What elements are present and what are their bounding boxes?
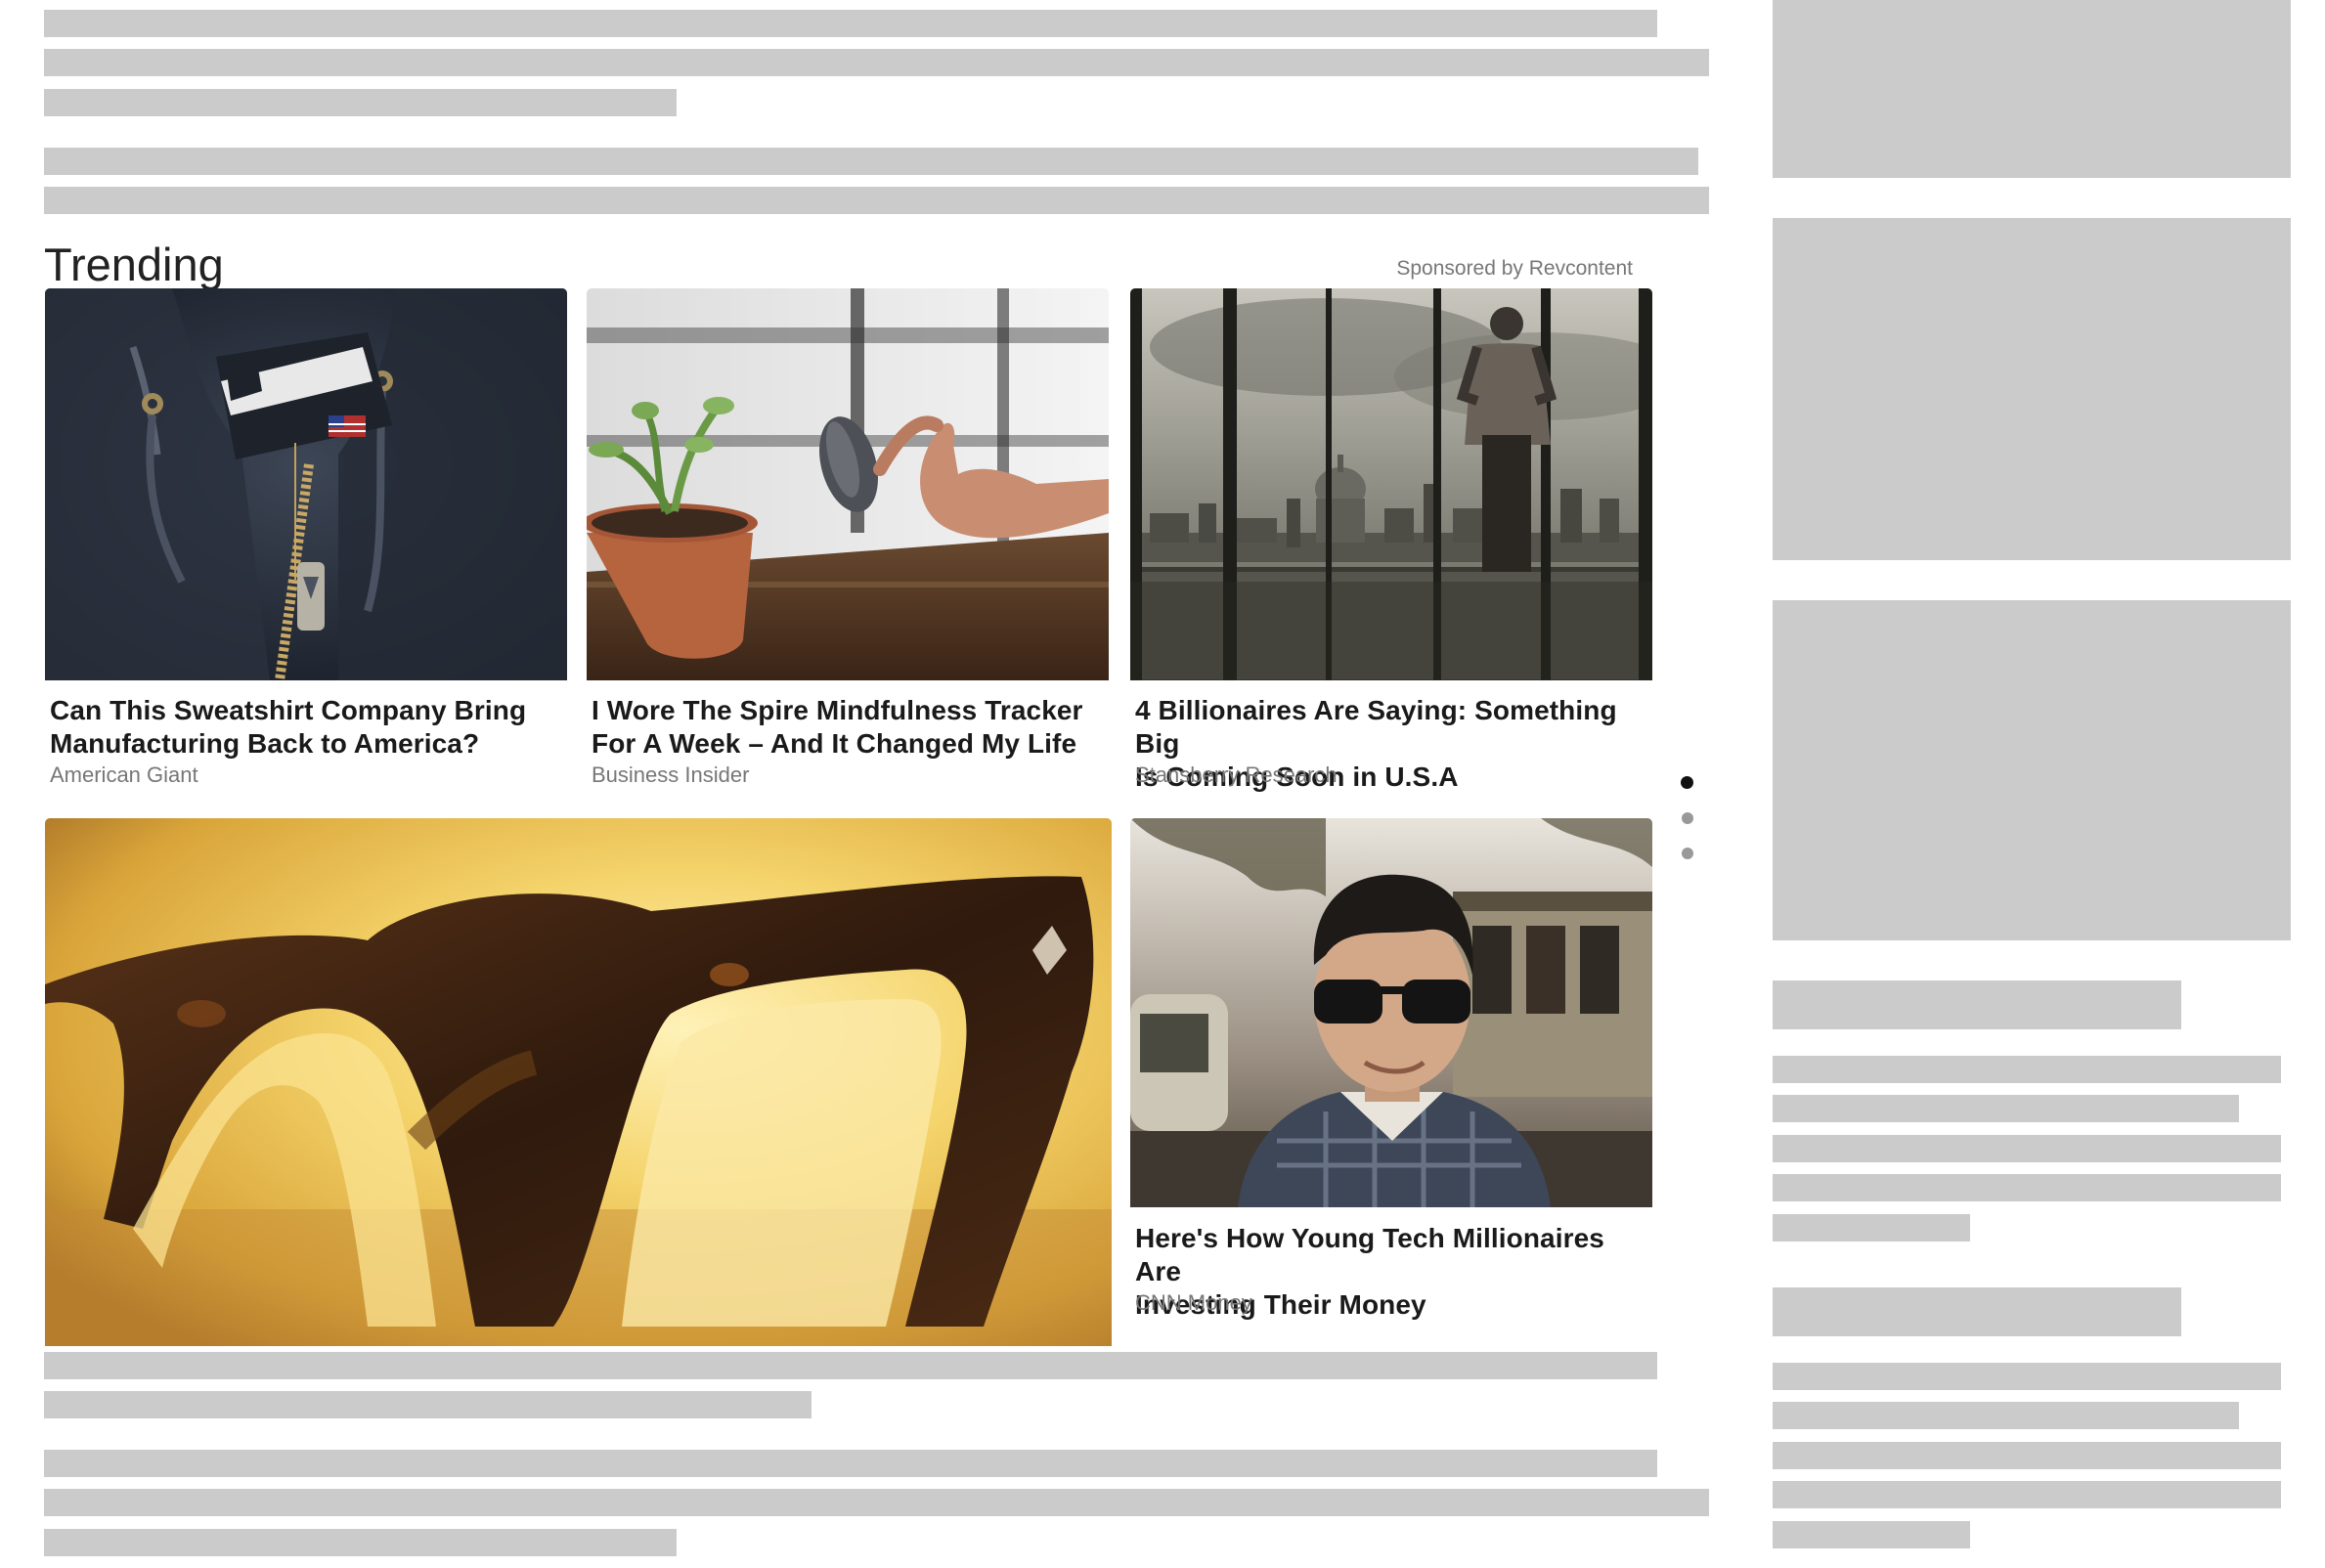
headline-line[interactable]: Here's How Young Tech Millionaires Are [1135,1223,1604,1286]
card-source: CNN Money [1135,1290,1252,1315]
text-placeholder-line [44,148,1698,175]
text-placeholder-line [44,1529,677,1556]
sidebar-text-placeholder [1773,1056,2281,1083]
content-card-tech-millionaires[interactable]: Here's How Young Tech Millionaires Are I… [1130,818,1652,1327]
city-skyline-photo[interactable] [1130,288,1652,680]
sidebar-text-placeholder [1773,1214,1970,1241]
text-placeholder-line [44,1489,1709,1516]
sidebar-ad-placeholder [1773,600,2291,940]
content-card-billionaires[interactable]: 4 Billionaires Are Saying: Something Big… [1130,288,1652,797]
content-card-glasses[interactable] [45,818,1112,1346]
pagination-dot-3[interactable] [1682,848,1693,859]
glasses-photo[interactable] [45,818,1112,1346]
content-card-tracker[interactable]: I Wore The Spire Mindfulness Tracker For… [587,288,1109,797]
sidebar-text-placeholder [1773,1402,2239,1429]
sidebar-text-placeholder [1773,1442,2281,1469]
trending-widget: Trending Sponsored by Revcontent Can Thi… [44,235,1693,1346]
card-source: Business Insider [592,762,750,787]
card-source: American Giant [50,762,198,787]
sidebar-text-placeholder [1773,1481,2281,1508]
widget-title: Trending [44,239,224,290]
headline-line[interactable]: Can This Sweatshirt Company Bring [50,695,526,725]
text-placeholder-line [44,187,1709,214]
page: Trending Sponsored by Revcontent Can Thi… [0,0,2325,1568]
sidebar-heading-placeholder [1773,1287,2181,1336]
sidebar-ad-placeholder [1773,218,2291,560]
sweatshirt-photo[interactable] [45,288,567,680]
text-placeholder-line [44,1450,1657,1477]
sidebar-text-placeholder [1773,1174,2281,1201]
sidebar-text-placeholder [1773,1135,2281,1162]
sidebar-text-placeholder [1773,1095,2239,1122]
sponsored-by-link[interactable]: Sponsored by Revcontent [1396,254,1633,283]
sidebar-ad-placeholder [1773,0,2291,178]
sidebar-heading-placeholder [1773,980,2181,1029]
text-placeholder-line [44,49,1709,76]
tracker-photo[interactable] [587,288,1109,680]
headline-line[interactable]: 4 Billionaires Are Saying: Something Big [1135,695,1617,759]
pagination-dot-2[interactable] [1682,812,1693,824]
headline-line[interactable]: Manufacturing Back to America? [50,728,479,759]
card-source: Stansberry Research [1135,762,1338,787]
text-placeholder-line [44,89,677,116]
text-placeholder-line [44,10,1657,37]
card-headline[interactable]: Can This Sweatshirt Company Bring Manufa… [50,694,526,761]
sidebar-text-placeholder [1773,1521,1970,1548]
text-placeholder-line [44,1391,812,1418]
card-headline[interactable]: I Wore The Spire Mindfulness Tracker For… [592,694,1083,761]
sidebar-text-placeholder [1773,1363,2281,1390]
headline-line[interactable]: For A Week – And It Changed My Life [592,728,1076,759]
pagination-dot-1[interactable] [1681,776,1693,789]
text-placeholder-line [44,1352,1657,1379]
headline-line[interactable]: I Wore The Spire Mindfulness Tracker [592,695,1083,725]
man-sunglasses-photo[interactable] [1130,818,1652,1207]
content-card-sweatshirt[interactable]: Can This Sweatshirt Company Bring Manufa… [45,288,567,797]
